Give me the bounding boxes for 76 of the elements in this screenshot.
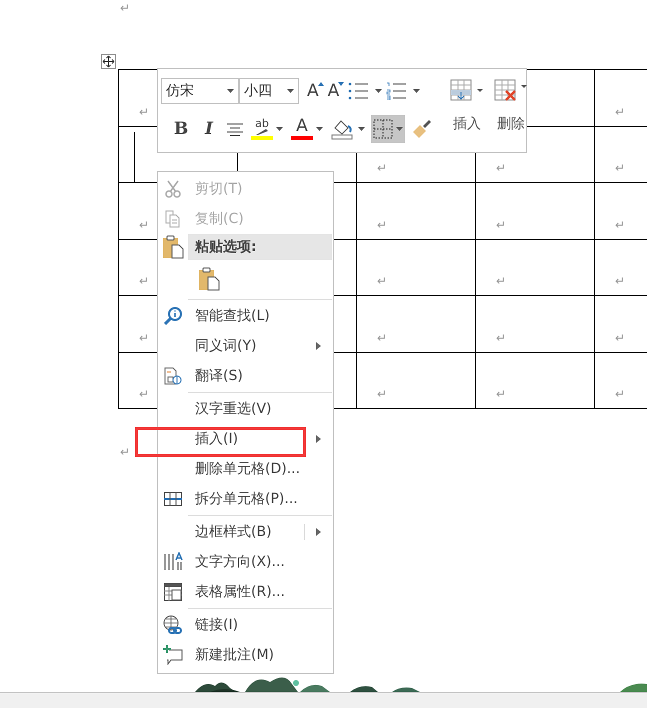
up-arrow-icon [318,82,324,86]
scissors-icon [165,180,181,198]
move-handle-icon[interactable] [101,54,116,69]
menu-item[interactable]: 翻译(S) [158,361,333,391]
borders-icon [373,119,393,139]
paragraph-mark: ↵ [377,274,388,288]
highlight-button[interactable]: ab [249,115,285,143]
translate-icon [164,367,182,385]
delete-table-button[interactable]: 删除 [492,77,530,146]
paragraph-mark: ↵ [496,330,508,344]
insert-table-button[interactable]: 插入 [448,77,486,146]
menu-item[interactable]: 表格属性(R)... [158,577,333,607]
paragraph-mark: ↵ [615,104,626,118]
menu-item[interactable]: 链接(I) [158,610,333,640]
menu-item[interactable]: 文字方向(X)... [158,547,333,577]
paragraph-mark: ↵ [139,274,150,288]
borders-button[interactable] [371,115,405,143]
text-direction-icon [163,552,183,572]
italic-button[interactable]: I [197,115,221,143]
menu-item[interactable]: 新建批注(M) [158,640,333,670]
menu-item[interactable]: 智能查找(L) [158,301,333,331]
paragraph-mark: ↵ [377,218,388,232]
caret-icon [227,89,234,93]
table-insert-icon [450,79,484,103]
caret-icon [375,89,382,93]
align-center-icon [227,122,243,136]
menu-item[interactable]: 汉字重选(V) [158,394,333,424]
paste-keep-formatting-button[interactable] [196,265,222,293]
caret-icon [287,89,294,93]
paragraph-mark: ↵ [615,161,626,175]
smart-lookup-icon [164,307,182,325]
grow-font-button[interactable]: A [305,77,326,105]
paragraph-mark: ↵ [615,387,626,401]
menu-item[interactable]: 同义词(Y) [158,331,333,361]
menu-item[interactable]: 拆分单元格(P)... [158,484,333,514]
paragraph-mark: ↵ [615,218,626,232]
paragraph-mark: ↵ [377,161,388,175]
caret-icon [396,127,403,131]
clipboard-icon [198,267,220,291]
paragraph-mark: ↵ [139,330,150,344]
paragraph-mark: ↵ [377,330,388,344]
shrink-font-button[interactable]: A [326,77,346,105]
paintbrush-icon [411,118,433,140]
menu-item[interactable]: 边框样式(B) [158,517,333,547]
paragraph-mark: ↵ [496,274,508,288]
paragraph-mark: ↵ [120,445,132,459]
caret-icon [316,127,323,131]
paragraph-mark: ↵ [615,330,626,344]
split-cells-icon [164,492,182,506]
paragraph-mark: ↵ [496,161,508,175]
paste-options-header: 粘贴选项: [188,234,332,260]
clipboard-icon [162,235,184,259]
marker-icon [254,129,270,135]
paint-bucket-icon [331,118,355,140]
paragraph-mark: ↵ [139,218,150,232]
menu-item[interactable]: 插入(I) [158,424,333,454]
paragraph-mark: ↵ [139,104,150,118]
bold-button[interactable]: B [169,115,193,143]
menu-item[interactable]: 删除单元格(D)... [158,454,333,484]
comment-icon [163,645,183,665]
font-size-dropdown[interactable]: 小四 [239,78,299,104]
paragraph-mark: ↵ [496,218,508,232]
paragraph-mark: ↵ [377,387,388,401]
font-name-dropdown[interactable]: 仿宋 [161,78,239,104]
caret-icon [413,89,420,93]
paragraph-mark: ↵ [496,387,508,401]
copy-icon [165,210,181,228]
paragraph-mark: ↵ [120,1,132,15]
globe-link-icon [163,615,183,635]
table-properties-icon [164,583,182,601]
paragraph-mark: ↵ [139,387,150,401]
caret-icon [358,127,365,131]
font-color-button[interactable]: A [289,115,325,143]
down-arrow-icon [338,82,344,86]
caret-icon [276,127,283,131]
paragraph-mark: ↵ [615,274,626,288]
